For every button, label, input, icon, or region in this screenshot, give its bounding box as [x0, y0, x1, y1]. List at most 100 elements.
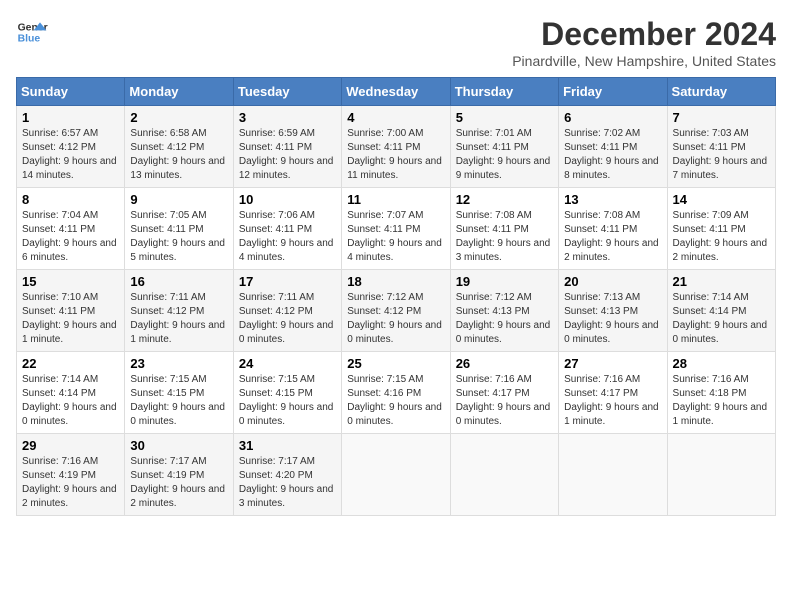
cell-info: Sunrise: 6:59 AM Sunset: 4:11 PM Dayligh… — [239, 127, 336, 183]
calendar-cell: 14 Sunrise: 7:09 AM Sunset: 4:11 PM Dayl… — [667, 188, 775, 270]
calendar-cell: 26 Sunrise: 7:16 AM Sunset: 4:17 PM Dayl… — [450, 352, 558, 434]
day-number: 25 — [347, 356, 444, 371]
calendar-cell: 4 Sunrise: 7:00 AM Sunset: 4:11 PM Dayli… — [342, 106, 450, 188]
day-number: 28 — [673, 356, 770, 371]
cell-info: Sunrise: 6:57 AM Sunset: 4:12 PM Dayligh… — [22, 127, 119, 183]
calendar-cell: 8 Sunrise: 7:04 AM Sunset: 4:11 PM Dayli… — [17, 188, 125, 270]
calendar-cell: 5 Sunrise: 7:01 AM Sunset: 4:11 PM Dayli… — [450, 106, 558, 188]
day-header-sunday: Sunday — [17, 78, 125, 106]
svg-text:Blue: Blue — [18, 34, 41, 45]
calendar-cell: 23 Sunrise: 7:15 AM Sunset: 4:15 PM Dayl… — [125, 352, 233, 434]
calendar-cell: 16 Sunrise: 7:11 AM Sunset: 4:12 PM Dayl… — [125, 270, 233, 352]
calendar-cell: 24 Sunrise: 7:15 AM Sunset: 4:15 PM Dayl… — [233, 352, 341, 434]
calendar-cell: 25 Sunrise: 7:15 AM Sunset: 4:16 PM Dayl… — [342, 352, 450, 434]
day-number: 5 — [456, 110, 553, 125]
day-number: 9 — [130, 192, 227, 207]
header-row: SundayMondayTuesdayWednesdayThursdayFrid… — [17, 78, 776, 106]
calendar-cell: 7 Sunrise: 7:03 AM Sunset: 4:11 PM Dayli… — [667, 106, 775, 188]
week-row-5: 29 Sunrise: 7:16 AM Sunset: 4:19 PM Dayl… — [17, 434, 776, 516]
day-number: 12 — [456, 192, 553, 207]
calendar-cell: 6 Sunrise: 7:02 AM Sunset: 4:11 PM Dayli… — [559, 106, 667, 188]
cell-info: Sunrise: 7:15 AM Sunset: 4:15 PM Dayligh… — [130, 373, 227, 429]
day-number: 2 — [130, 110, 227, 125]
cell-info: Sunrise: 7:10 AM Sunset: 4:11 PM Dayligh… — [22, 291, 119, 347]
logo: General Blue — [16, 16, 48, 48]
day-header-friday: Friday — [559, 78, 667, 106]
day-header-monday: Monday — [125, 78, 233, 106]
day-number: 21 — [673, 274, 770, 289]
cell-info: Sunrise: 7:11 AM Sunset: 4:12 PM Dayligh… — [239, 291, 336, 347]
main-title: December 2024 — [512, 16, 776, 53]
day-number: 4 — [347, 110, 444, 125]
calendar-cell: 3 Sunrise: 6:59 AM Sunset: 4:11 PM Dayli… — [233, 106, 341, 188]
header: General Blue December 2024 Pinardville, … — [16, 16, 776, 69]
day-number: 13 — [564, 192, 661, 207]
day-number: 22 — [22, 356, 119, 371]
day-number: 29 — [22, 438, 119, 453]
cell-info: Sunrise: 7:17 AM Sunset: 4:19 PM Dayligh… — [130, 455, 227, 511]
week-row-4: 22 Sunrise: 7:14 AM Sunset: 4:14 PM Dayl… — [17, 352, 776, 434]
cell-info: Sunrise: 7:04 AM Sunset: 4:11 PM Dayligh… — [22, 209, 119, 265]
calendar-cell — [667, 434, 775, 516]
cell-info: Sunrise: 7:16 AM Sunset: 4:17 PM Dayligh… — [456, 373, 553, 429]
calendar-cell: 9 Sunrise: 7:05 AM Sunset: 4:11 PM Dayli… — [125, 188, 233, 270]
calendar-cell: 13 Sunrise: 7:08 AM Sunset: 4:11 PM Dayl… — [559, 188, 667, 270]
calendar-cell: 27 Sunrise: 7:16 AM Sunset: 4:17 PM Dayl… — [559, 352, 667, 434]
calendar-cell: 31 Sunrise: 7:17 AM Sunset: 4:20 PM Dayl… — [233, 434, 341, 516]
day-header-wednesday: Wednesday — [342, 78, 450, 106]
week-row-1: 1 Sunrise: 6:57 AM Sunset: 4:12 PM Dayli… — [17, 106, 776, 188]
cell-info: Sunrise: 7:14 AM Sunset: 4:14 PM Dayligh… — [673, 291, 770, 347]
cell-info: Sunrise: 7:16 AM Sunset: 4:18 PM Dayligh… — [673, 373, 770, 429]
day-number: 27 — [564, 356, 661, 371]
day-number: 20 — [564, 274, 661, 289]
cell-info: Sunrise: 7:12 AM Sunset: 4:12 PM Dayligh… — [347, 291, 444, 347]
cell-info: Sunrise: 7:12 AM Sunset: 4:13 PM Dayligh… — [456, 291, 553, 347]
calendar-cell: 20 Sunrise: 7:13 AM Sunset: 4:13 PM Dayl… — [559, 270, 667, 352]
logo-icon: General Blue — [16, 16, 48, 48]
subtitle: Pinardville, New Hampshire, United State… — [512, 53, 776, 69]
day-header-thursday: Thursday — [450, 78, 558, 106]
day-number: 1 — [22, 110, 119, 125]
day-number: 16 — [130, 274, 227, 289]
calendar-cell: 10 Sunrise: 7:06 AM Sunset: 4:11 PM Dayl… — [233, 188, 341, 270]
day-number: 30 — [130, 438, 227, 453]
day-number: 10 — [239, 192, 336, 207]
cell-info: Sunrise: 7:14 AM Sunset: 4:14 PM Dayligh… — [22, 373, 119, 429]
cell-info: Sunrise: 6:58 AM Sunset: 4:12 PM Dayligh… — [130, 127, 227, 183]
cell-info: Sunrise: 7:08 AM Sunset: 4:11 PM Dayligh… — [564, 209, 661, 265]
cell-info: Sunrise: 7:06 AM Sunset: 4:11 PM Dayligh… — [239, 209, 336, 265]
day-number: 31 — [239, 438, 336, 453]
cell-info: Sunrise: 7:02 AM Sunset: 4:11 PM Dayligh… — [564, 127, 661, 183]
calendar-cell: 2 Sunrise: 6:58 AM Sunset: 4:12 PM Dayli… — [125, 106, 233, 188]
cell-info: Sunrise: 7:17 AM Sunset: 4:20 PM Dayligh… — [239, 455, 336, 511]
cell-info: Sunrise: 7:13 AM Sunset: 4:13 PM Dayligh… — [564, 291, 661, 347]
calendar-cell: 19 Sunrise: 7:12 AM Sunset: 4:13 PM Dayl… — [450, 270, 558, 352]
day-number: 15 — [22, 274, 119, 289]
cell-info: Sunrise: 7:00 AM Sunset: 4:11 PM Dayligh… — [347, 127, 444, 183]
calendar-cell — [559, 434, 667, 516]
cell-info: Sunrise: 7:08 AM Sunset: 4:11 PM Dayligh… — [456, 209, 553, 265]
cell-info: Sunrise: 7:03 AM Sunset: 4:11 PM Dayligh… — [673, 127, 770, 183]
cell-info: Sunrise: 7:16 AM Sunset: 4:17 PM Dayligh… — [564, 373, 661, 429]
cell-info: Sunrise: 7:15 AM Sunset: 4:16 PM Dayligh… — [347, 373, 444, 429]
day-number: 8 — [22, 192, 119, 207]
calendar-table: SundayMondayTuesdayWednesdayThursdayFrid… — [16, 77, 776, 516]
day-number: 6 — [564, 110, 661, 125]
day-number: 7 — [673, 110, 770, 125]
day-number: 19 — [456, 274, 553, 289]
day-header-tuesday: Tuesday — [233, 78, 341, 106]
title-area: December 2024 Pinardville, New Hampshire… — [512, 16, 776, 69]
day-number: 14 — [673, 192, 770, 207]
cell-info: Sunrise: 7:16 AM Sunset: 4:19 PM Dayligh… — [22, 455, 119, 511]
calendar-cell: 18 Sunrise: 7:12 AM Sunset: 4:12 PM Dayl… — [342, 270, 450, 352]
calendar-cell: 17 Sunrise: 7:11 AM Sunset: 4:12 PM Dayl… — [233, 270, 341, 352]
day-number: 23 — [130, 356, 227, 371]
calendar-cell: 28 Sunrise: 7:16 AM Sunset: 4:18 PM Dayl… — [667, 352, 775, 434]
cell-info: Sunrise: 7:07 AM Sunset: 4:11 PM Dayligh… — [347, 209, 444, 265]
cell-info: Sunrise: 7:01 AM Sunset: 4:11 PM Dayligh… — [456, 127, 553, 183]
day-number: 17 — [239, 274, 336, 289]
week-row-2: 8 Sunrise: 7:04 AM Sunset: 4:11 PM Dayli… — [17, 188, 776, 270]
calendar-cell — [450, 434, 558, 516]
cell-info: Sunrise: 7:05 AM Sunset: 4:11 PM Dayligh… — [130, 209, 227, 265]
day-header-saturday: Saturday — [667, 78, 775, 106]
